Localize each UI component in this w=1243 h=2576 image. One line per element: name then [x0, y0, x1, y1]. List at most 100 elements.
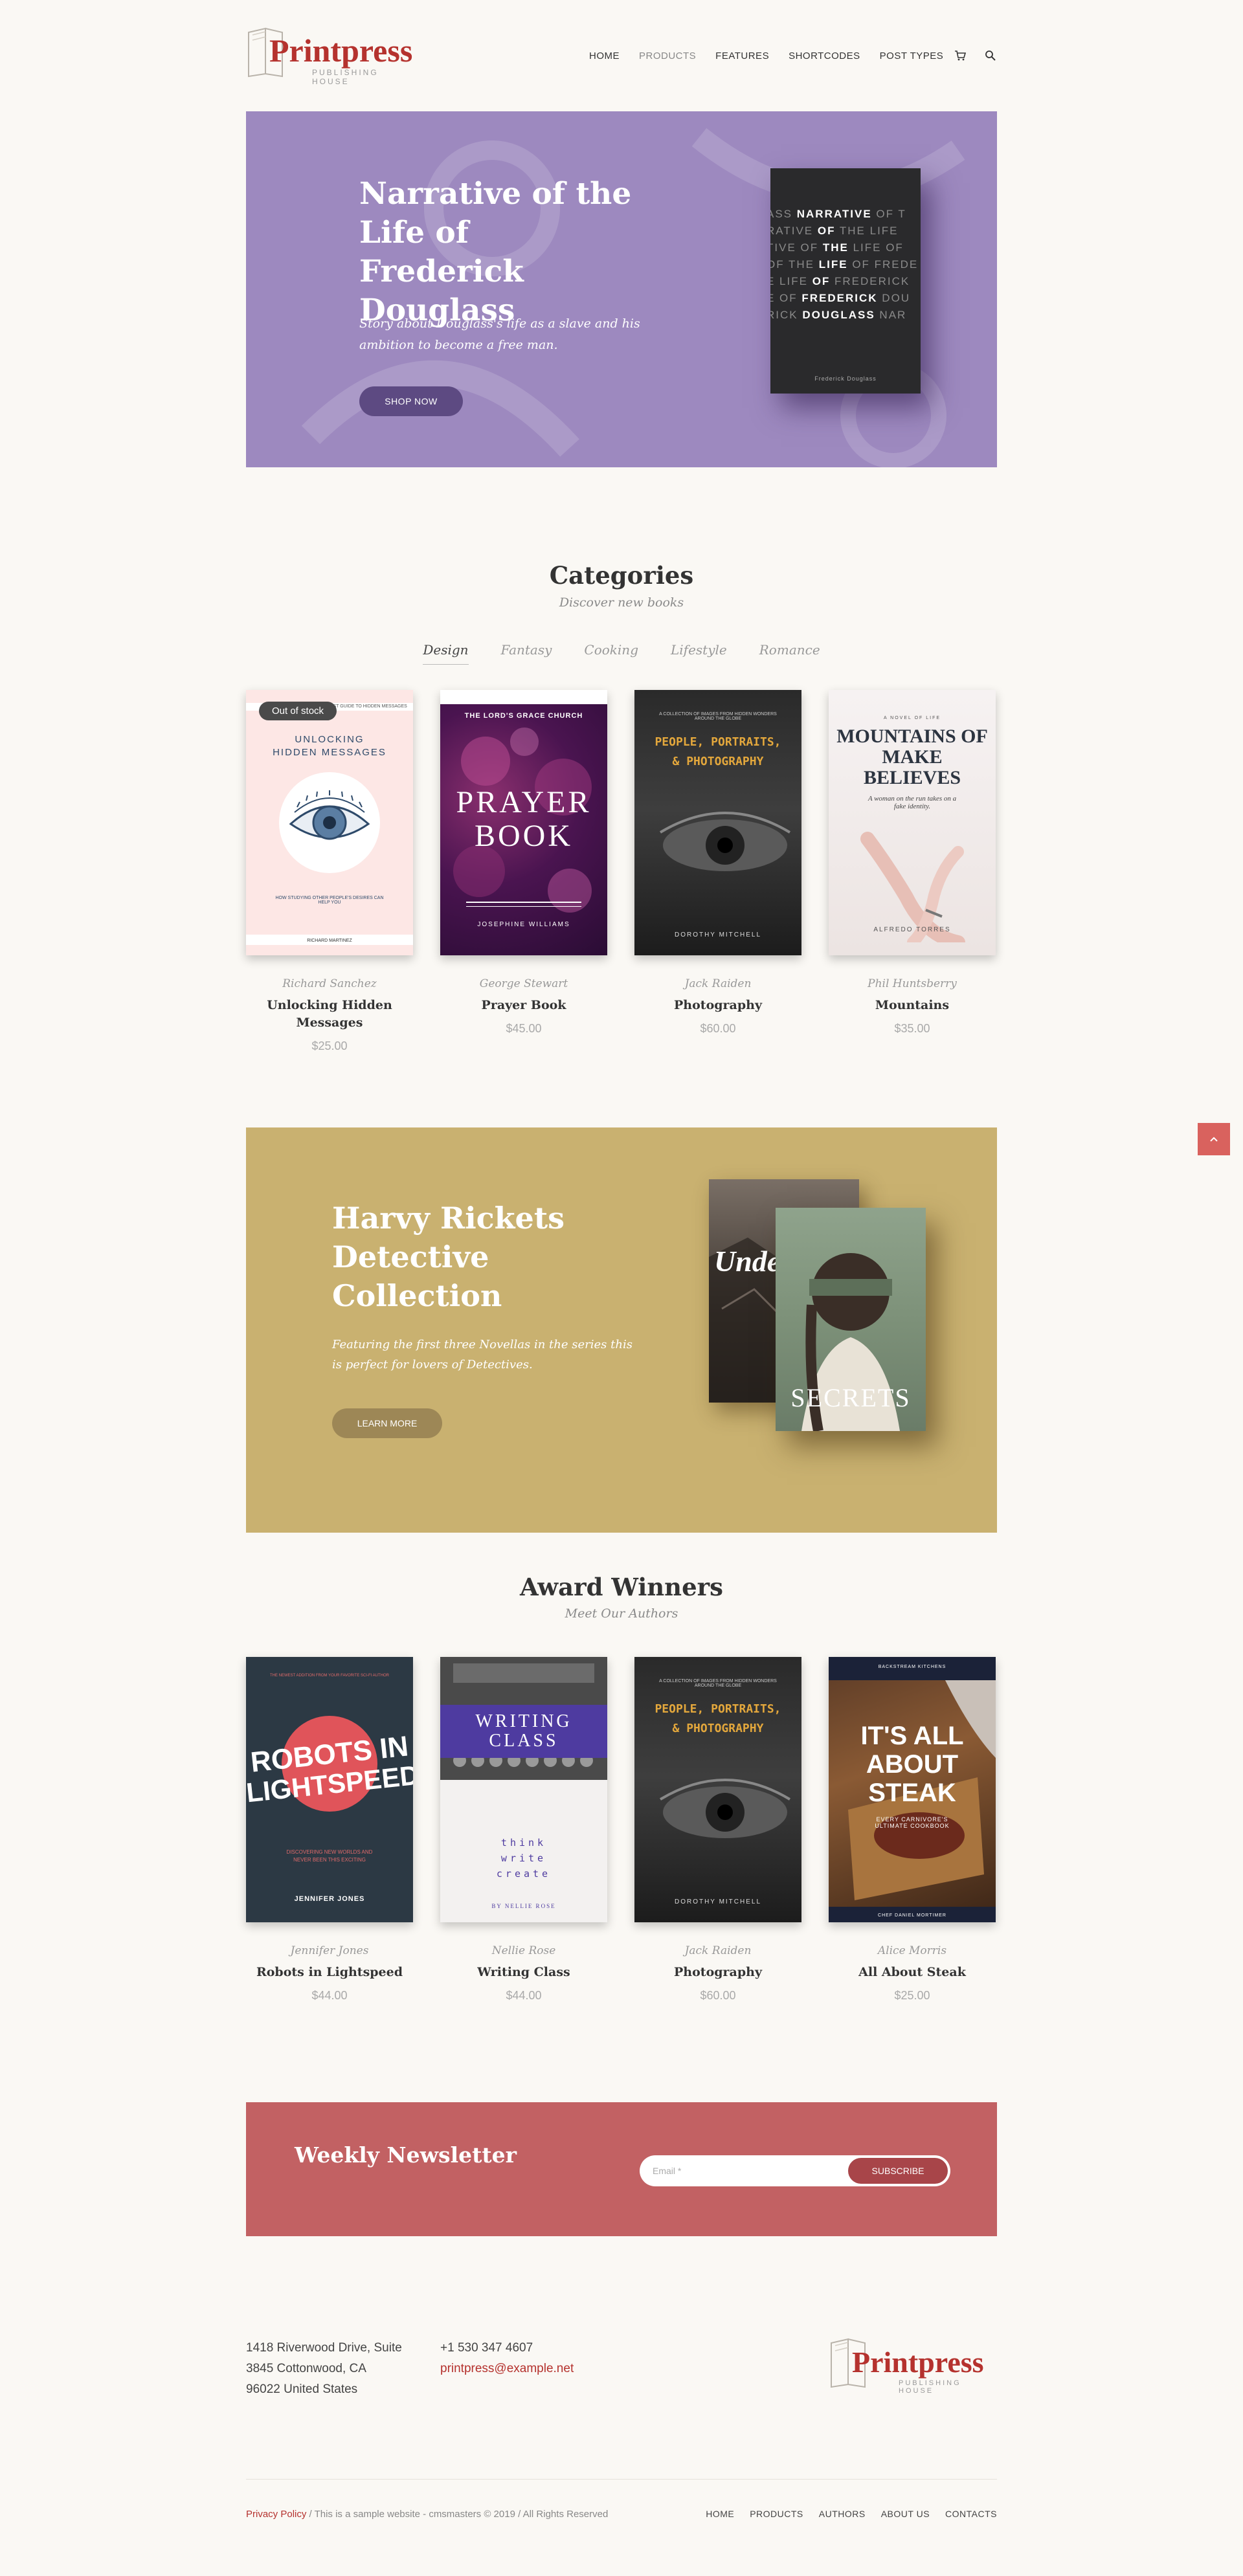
email-input[interactable]: [653, 2160, 834, 2181]
product-card[interactable]: A NOVEL OF LIFE MOUNTAINS OF MAKE BELIEV…: [829, 690, 996, 1036]
cover-title-line1: WRITING: [475, 1711, 572, 1731]
product-title[interactable]: Photography: [634, 997, 801, 1014]
product-author[interactable]: Jack Raiden: [634, 977, 801, 990]
footer-logo[interactable]: Printpress PUBLISHING HOUSE: [829, 2337, 997, 2395]
footer-phone[interactable]: +1 530 347 4607: [440, 2338, 574, 2359]
cover-header: BACKSTREAM KITCHENS: [878, 1665, 946, 1669]
cover-title-line1: IT'S ALL: [860, 1722, 964, 1750]
awards-subtitle: Meet Our Authors: [565, 1606, 678, 1621]
footer-nav-about-us[interactable]: ABOUT US: [881, 2509, 930, 2519]
book-cover-secrets[interactable]: SECRETS: [776, 1208, 926, 1431]
tab-design[interactable]: Design: [423, 642, 469, 665]
product-price: $44.00: [311, 1989, 348, 2002]
product-cover-photography[interactable]: A COLLECTION OF IMAGES FROM HIDDEN WONDE…: [634, 690, 801, 955]
product-cover-unlocking-hidden-messages[interactable]: Out of stock THE BEST GUIDE TO HIDDEN ME…: [246, 690, 413, 955]
product-price: $35.00: [894, 1022, 930, 1035]
cover-author: CHEF DANIEL MORTIMER: [878, 1913, 946, 1918]
cover-header: A COLLECTION OF IMAGES FROM HIDDEN WONDE…: [659, 712, 777, 721]
product-card[interactable]: THE LORD'S GRACE CHURCH PRAYER BOOK JOSE…: [440, 690, 607, 1036]
cover-author: ALFREDO TORRES: [873, 926, 951, 933]
product-card[interactable]: WRITING CLASS think write create BY NELL…: [440, 1657, 607, 2003]
cover-word-2: write: [500, 1852, 547, 1864]
cover-header: A NOVEL OF LIFE: [883, 716, 941, 720]
collection-banner: Harvy Rickets Detective Collection Featu…: [246, 1127, 997, 1533]
footer-divider: [246, 2479, 997, 2480]
cover-title-line3: STEAK: [868, 1779, 956, 1807]
footer-nav-authors[interactable]: AUTHORS: [819, 2509, 866, 2519]
eye-photo-icon: [659, 1779, 791, 1838]
tab-fantasy[interactable]: Fantasy: [501, 642, 552, 665]
categories-title: Categories: [549, 561, 694, 590]
cover-tagline: A woman on the run takes on a fake ident…: [868, 795, 957, 810]
footer-nav-home[interactable]: HOME: [706, 2509, 734, 2519]
categories-subtitle: Discover new books: [559, 595, 684, 610]
cover-header: A COLLECTION OF IMAGES FROM HIDDEN WONDE…: [659, 1679, 777, 1688]
privacy-policy-link[interactable]: Privacy Policy: [246, 2509, 306, 2520]
hero-book-cover[interactable]: ASS NARRATIVE OF T RATIVE OF THE LIFE TI…: [770, 168, 921, 394]
nav-post-types[interactable]: POST TYPES: [880, 50, 944, 61]
product-price: $60.00: [700, 1989, 736, 2002]
product-title[interactable]: Photography: [634, 1964, 801, 1981]
footer-address: 1418 Riverwood Drive, Suite 3845 Cottonw…: [246, 2338, 402, 2400]
collection-text: Featuring the first three Novellas in th…: [332, 1338, 633, 1371]
nav-home[interactable]: HOME: [589, 50, 620, 61]
shop-now-button[interactable]: SHOP NOW: [359, 386, 463, 416]
subscribe-button[interactable]: SUBSCRIBE: [848, 2158, 948, 2184]
hero-book-title-art: ASS NARRATIVE OF T RATIVE OF THE LIFE TI…: [770, 208, 919, 321]
address-line: 96022 United States: [246, 2382, 358, 2396]
cover-tagline: DISCOVERING NEW WORLDS AND NEVER BEEN TH…: [286, 1849, 373, 1863]
product-author[interactable]: George Stewart: [440, 977, 607, 990]
product-card[interactable]: Out of stock THE BEST GUIDE TO HIDDEN ME…: [246, 690, 413, 1053]
search-icon[interactable]: [984, 49, 997, 62]
product-title[interactable]: Unlocking Hidden Messages: [246, 997, 413, 1032]
collection-title: Harvy Rickets Detective Collection: [332, 1201, 565, 1313]
product-author[interactable]: Jennifer Jones: [246, 1944, 413, 1957]
footer-email[interactable]: printpress@example.net: [440, 2359, 574, 2379]
cover-author: JENNIFER JONES: [294, 1895, 365, 1903]
scroll-to-top-button[interactable]: [1198, 1123, 1230, 1155]
tab-romance[interactable]: Romance: [759, 642, 820, 665]
product-title[interactable]: Robots in Lightspeed: [246, 1964, 413, 1981]
product-author[interactable]: Nellie Rose: [440, 1944, 607, 1957]
book-front-title: SECRETS: [790, 1383, 911, 1412]
product-title[interactable]: Writing Class: [440, 1964, 607, 1981]
product-cover-photography[interactable]: A COLLECTION OF IMAGES FROM HIDDEN WONDE…: [634, 1657, 801, 1922]
product-title[interactable]: All About Steak: [829, 1964, 996, 1981]
hero-text: Story about Douglass's life as a slave a…: [359, 316, 640, 352]
product-author[interactable]: Alice Morris: [829, 1944, 996, 1957]
cover-author: DOROTHY MITCHELL: [674, 931, 762, 938]
product-title[interactable]: Prayer Book: [440, 997, 607, 1014]
cover-word-1: think: [500, 1837, 547, 1849]
awards-title: Award Winners: [520, 1573, 723, 1601]
product-author[interactable]: Jack Raiden: [634, 1944, 801, 1957]
cover-author: RICHARD MARTINEZ: [307, 938, 352, 943]
logo-name: Printpress: [269, 32, 413, 69]
logo-name: Printpress: [852, 2346, 984, 2379]
footer-nav-contacts[interactable]: CONTACTS: [945, 2509, 997, 2519]
product-cover-robots-in-lightspeed[interactable]: THE NEWEST ADDITION FROM YOUR FAVORITE S…: [246, 1657, 413, 1922]
nav-products[interactable]: PRODUCTS: [639, 50, 696, 61]
product-cover-all-about-steak[interactable]: BACKSTREAM KITCHENS IT'S ALL ABOUT STEAK…: [829, 1657, 996, 1922]
nav-shortcodes[interactable]: SHORTCODES: [789, 50, 860, 61]
product-card[interactable]: A COLLECTION OF IMAGES FROM HIDDEN WONDE…: [634, 1657, 801, 2003]
product-author[interactable]: Richard Sanchez: [246, 977, 413, 990]
product-title[interactable]: Mountains: [829, 997, 996, 1014]
tab-cooking[interactable]: Cooking: [584, 642, 638, 665]
product-card[interactable]: A COLLECTION OF IMAGES FROM HIDDEN WONDE…: [634, 690, 801, 1036]
product-author[interactable]: Phil Huntsberry: [829, 977, 996, 990]
learn-more-button[interactable]: LEARN MORE: [332, 1408, 442, 1438]
newsletter-banner: Weekly Newsletter SUBSCRIBE: [246, 2102, 997, 2236]
product-cover-prayer-book[interactable]: THE LORD'S GRACE CHURCH PRAYER BOOK JOSE…: [440, 690, 607, 955]
product-card[interactable]: BACKSTREAM KITCHENS IT'S ALL ABOUT STEAK…: [829, 1657, 996, 2003]
tab-lifestyle[interactable]: Lifestyle: [671, 642, 727, 665]
product-cover-mountains[interactable]: A NOVEL OF LIFE MOUNTAINS OF MAKE BELIEV…: [829, 690, 996, 955]
product-card[interactable]: THE NEWEST ADDITION FROM YOUR FAVORITE S…: [246, 1657, 413, 2003]
cover-header: THE NEWEST ADDITION FROM YOUR FAVORITE S…: [269, 1674, 389, 1678]
footer-nav-products[interactable]: PRODUCTS: [750, 2509, 803, 2519]
product-cover-writing-class[interactable]: WRITING CLASS think write create BY NELL…: [440, 1657, 607, 1922]
site-logo[interactable]: Printpress PUBLISHING HOUSE: [246, 26, 414, 86]
cart-icon[interactable]: [954, 49, 967, 62]
hero-banner: Narrative of the Life of Frederick Dougl…: [246, 111, 997, 467]
main-nav: HOME PRODUCTS FEATURES SHORTCODES POST T…: [589, 50, 943, 61]
nav-features[interactable]: FEATURES: [715, 50, 769, 61]
